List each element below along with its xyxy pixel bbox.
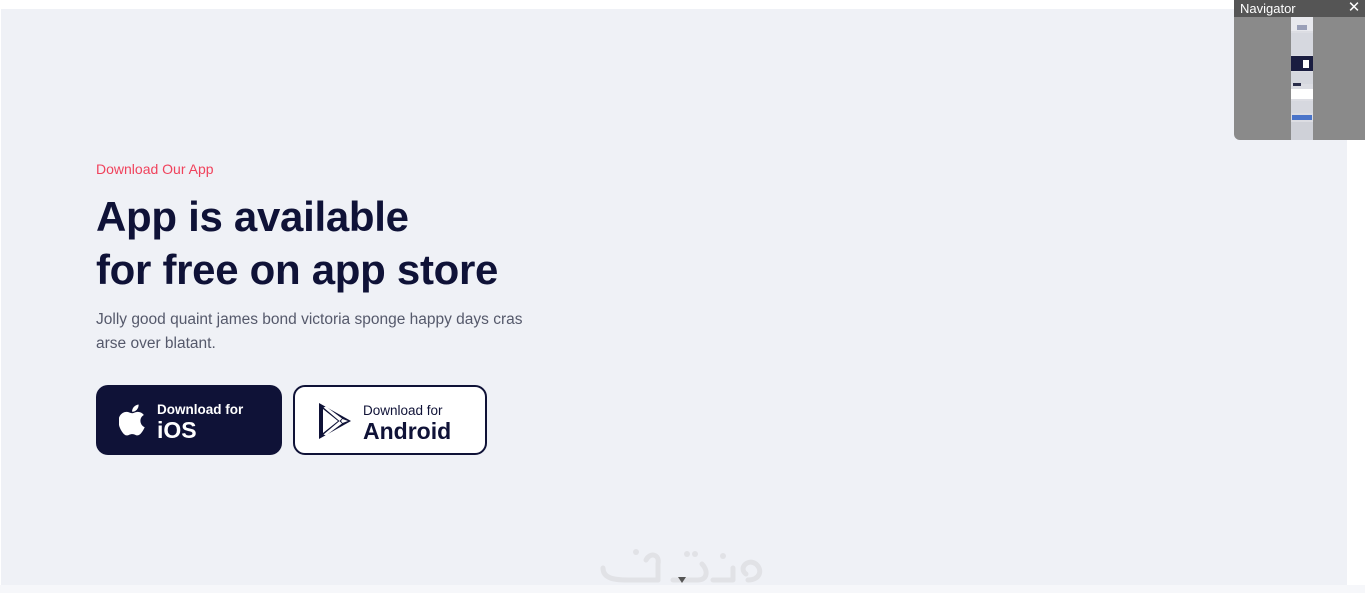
download-android-button[interactable]: Download for Android: [293, 385, 487, 455]
navigator-page-preview[interactable]: [1291, 17, 1313, 140]
section-eyebrow: Download Our App: [96, 161, 214, 177]
headline-line-2: for free on app store: [96, 246, 499, 293]
section-headline: App is available for free on app store: [96, 190, 498, 296]
app-download-section: [1, 9, 1347, 585]
preview-block: [1291, 89, 1313, 99]
preview-block: [1291, 56, 1313, 71]
close-icon[interactable]: ✕: [1347, 0, 1361, 16]
navigator-title: Navigator: [1240, 1, 1296, 16]
preview-block: [1293, 83, 1301, 86]
section-description: Jolly good quaint james bond victoria sp…: [96, 311, 523, 352]
apple-icon: [118, 404, 148, 436]
android-button-small-label: Download for: [363, 403, 443, 418]
preview-block: [1303, 60, 1309, 68]
preview-block: [1291, 101, 1313, 113]
android-button-big-label: Android: [363, 418, 452, 444]
ios-button-big-label: iOS: [157, 417, 197, 443]
ios-button-text: Download for iOS: [157, 402, 243, 443]
page: Download Our App App is available for fr…: [0, 0, 1365, 593]
preview-block: [1291, 122, 1313, 140]
navigator-panel: Navigator ✕: [1234, 0, 1365, 140]
scroll-down-arrow-icon[interactable]: [678, 577, 686, 583]
bottom-strip: [0, 585, 1365, 593]
preview-block: [1292, 115, 1312, 120]
headline-line-1: App is available: [96, 193, 409, 240]
ios-button-small-label: Download for: [157, 402, 244, 417]
navigator-header: Navigator ✕: [1234, 0, 1365, 17]
download-ios-button[interactable]: Download for iOS: [96, 385, 282, 455]
top-strip: [0, 0, 1365, 9]
preview-block: [1297, 25, 1307, 30]
android-button-text: Download for Android: [363, 403, 451, 444]
google-play-icon: [317, 402, 353, 440]
preview-block: [1291, 33, 1313, 55]
